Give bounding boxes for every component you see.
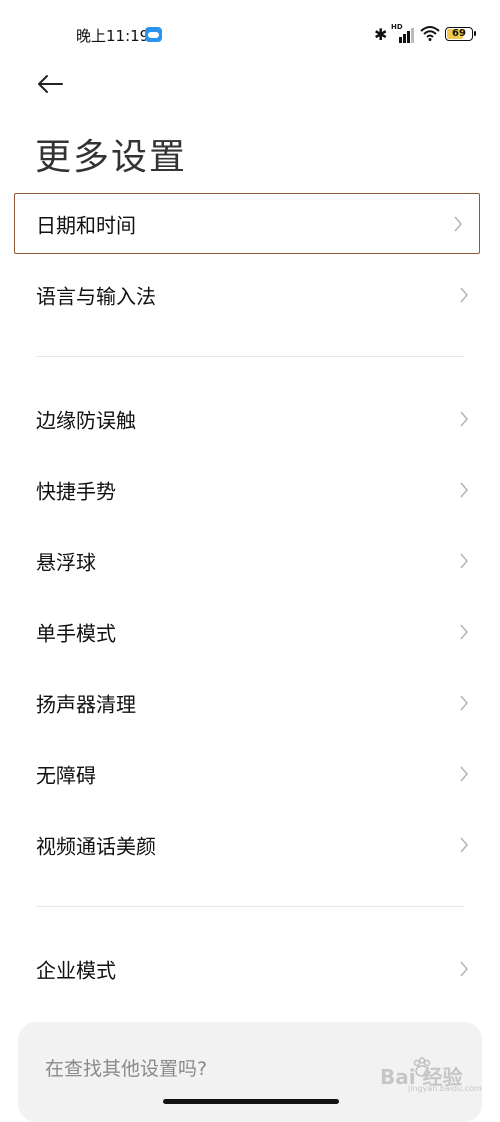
home-indicator[interactable] <box>163 1099 339 1104</box>
bluetooth-icon: ✱ <box>374 25 388 44</box>
chevron-right-icon <box>460 624 468 640</box>
page-title: 更多设置 <box>35 137 188 178</box>
battery-icon: 69 <box>445 27 476 41</box>
network-badge: HD <box>391 23 403 31</box>
section-divider <box>36 356 464 357</box>
status-bar: 晚上11:19 ✱ HD 69 <box>0 0 500 70</box>
settings-item-label: 单手模式 <box>36 621 116 646</box>
watermark-subtext: jingyan.baidu.com <box>408 1084 482 1093</box>
wifi-icon <box>420 26 440 41</box>
settings-item-label: 快捷手势 <box>36 479 116 504</box>
back-arrow-icon <box>38 75 63 93</box>
settings-item-edge-touch[interactable]: 边缘防误触 <box>0 384 500 454</box>
status-time: 晚上11:19 <box>76 27 150 45</box>
chevron-right-icon <box>454 216 462 231</box>
search-hint-text: 在查找其他设置吗? <box>45 1058 208 1080</box>
section-divider <box>36 906 464 907</box>
back-button[interactable] <box>28 64 72 104</box>
settings-item-label: 悬浮球 <box>36 550 96 575</box>
settings-item-gestures[interactable]: 快捷手势 <box>0 455 500 525</box>
settings-item-one-hand-mode[interactable]: 单手模式 <box>0 597 500 667</box>
settings-item-date-time[interactable]: 日期和时间 <box>14 193 480 254</box>
settings-item-label: 企业模式 <box>36 958 116 983</box>
settings-item-enterprise-mode[interactable]: 企业模式 <box>0 934 500 1004</box>
chevron-right-icon <box>460 482 468 498</box>
chevron-right-icon <box>460 766 468 782</box>
chevron-right-icon <box>460 695 468 711</box>
settings-item-language-input[interactable]: 语言与输入法 <box>0 260 500 330</box>
chevron-right-icon <box>460 287 468 303</box>
settings-item-label: 日期和时间 <box>36 213 136 237</box>
chevron-right-icon <box>460 553 468 569</box>
weather-cloud-icon <box>145 27 162 42</box>
chevron-right-icon <box>460 961 468 977</box>
settings-item-label: 边缘防误触 <box>36 408 136 433</box>
settings-item-speaker-cleaning[interactable]: 扬声器清理 <box>0 668 500 738</box>
settings-item-label: 无障碍 <box>36 763 96 788</box>
settings-item-label: 扬声器清理 <box>36 692 136 717</box>
cellular-signal-icon: HD <box>391 23 414 43</box>
settings-item-floating-ball[interactable]: 悬浮球 <box>0 526 500 596</box>
settings-item-label: 语言与输入法 <box>36 284 156 309</box>
chevron-right-icon <box>460 837 468 853</box>
settings-item-label: 视频通话美颜 <box>36 834 156 859</box>
settings-item-accessibility[interactable]: 无障碍 <box>0 739 500 809</box>
baidu-watermark: Bai 经验 jingyan.baidu.com <box>380 1055 495 1095</box>
battery-text: 69 <box>452 28 466 39</box>
chevron-right-icon <box>460 411 468 427</box>
settings-item-video-call-beauty[interactable]: 视频通话美颜 <box>0 810 500 880</box>
